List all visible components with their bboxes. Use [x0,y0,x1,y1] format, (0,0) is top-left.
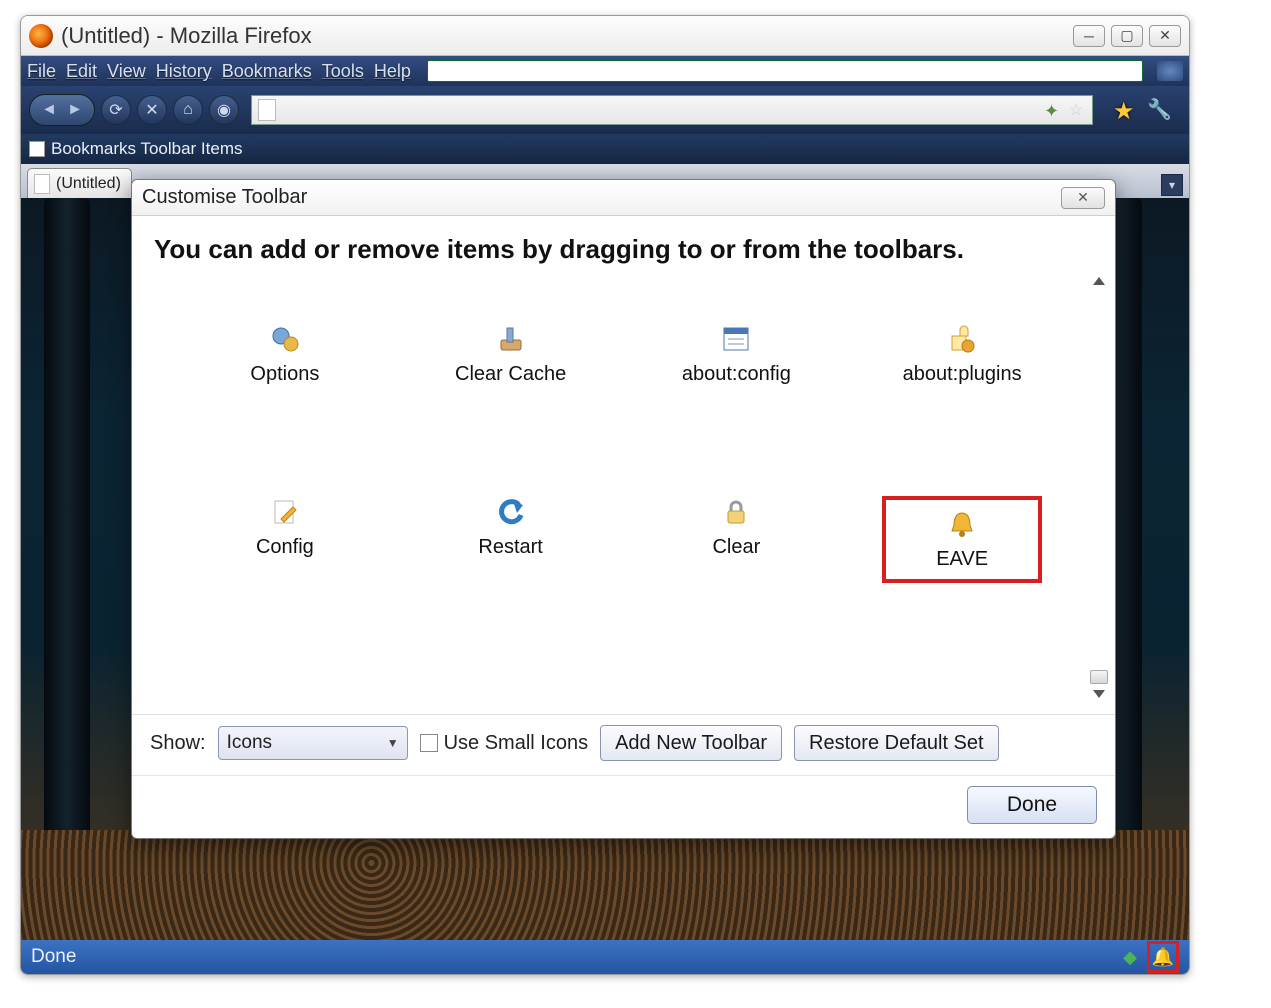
home-button[interactable]: ⌂ [173,95,203,125]
bookmarks-toolbar-label[interactable]: Bookmarks Toolbar Items [51,139,242,159]
item-label: Restart [478,536,542,559]
status-bell-icon[interactable]: 🔔 [1152,946,1174,968]
tools-wrench-icon[interactable]: 🔧 [1147,97,1173,123]
use-small-icons-checkbox[interactable]: Use Small Icons [420,732,589,755]
add-new-toolbar-button[interactable]: Add New Toolbar [600,725,782,761]
status-bar: Done ◆ 🔔 [21,940,1189,974]
list-all-tabs-button[interactable]: ▾ [1161,174,1183,196]
menu-history[interactable]: History [156,61,212,82]
lock-icon [719,496,753,528]
highlight-status-bell: 🔔 [1147,941,1179,973]
close-button[interactable]: ✕ [1149,25,1181,47]
minimize-button[interactable]: ─ [1073,25,1105,47]
brush-icon [494,323,528,355]
item-config[interactable]: Config [205,496,365,583]
restart-arrow-icon [494,496,528,528]
scroll-up-icon[interactable] [1093,277,1105,285]
reload-button[interactable]: ⟳ [101,95,131,125]
tab-active[interactable]: (Untitled) [27,168,132,198]
options-gears-icon [268,323,302,355]
maximize-button[interactable]: ▢ [1111,25,1143,47]
chevron-down-icon: ▼ [387,736,399,750]
item-restart[interactable]: Restart [431,496,591,583]
window-title: (Untitled) - Mozilla Firefox [61,23,1073,49]
item-clear[interactable]: Clear [656,496,816,583]
forward-button[interactable]: ► [67,101,83,119]
customise-toolbar-dialog: Customise Toolbar ✕ You can add or remov… [131,179,1116,839]
dialog-titlebar: Customise Toolbar ✕ [132,180,1115,216]
done-button[interactable]: Done [967,786,1097,824]
status-shield-icon[interactable]: ◆ [1119,946,1141,968]
menu-bookmarks[interactable]: Bookmarks [222,61,312,82]
firefox-window: (Untitled) - Mozilla Firefox ─ ▢ ✕ File … [20,15,1190,975]
address-bar[interactable]: ✦ ☆ [251,95,1093,125]
scroll-down-icon[interactable] [1093,690,1105,698]
back-forward-group: ◄ ► [29,94,95,126]
list-icon [719,323,753,355]
dialog-title: Customise Toolbar [142,186,307,209]
scroll-thumb[interactable] [1090,670,1108,684]
item-label: Clear Cache [455,363,566,386]
menu-view[interactable]: View [107,61,146,82]
tab-page-icon [34,174,50,194]
item-label: about:config [682,363,791,386]
dialog-headline: You can add or remove items by dragging … [132,216,1115,273]
bell-icon [945,508,979,540]
addon-puzzle-icon[interactable]: ✦ [1044,101,1062,119]
bookmarks-toolbar: Bookmarks Toolbar Items [21,134,1189,164]
show-mode-select[interactable]: Icons ▼ [218,726,408,760]
item-label: Options [250,363,319,386]
back-button[interactable]: ◄ [41,101,57,119]
menu-edit[interactable]: Edit [66,61,97,82]
favorite-star-icon[interactable]: ☆ [1066,100,1086,120]
dialog-footer: Done [132,775,1115,838]
edit-page-icon [268,496,302,528]
bookmarks-star-icon[interactable]: ★ [1113,97,1139,123]
page-icon [258,99,276,121]
firefox-icon [29,24,53,48]
plugin-icon [945,323,979,355]
checkbox-box [420,734,438,752]
bookmark-folder-icon [29,141,45,157]
item-eave[interactable]: EAVE [882,496,1042,583]
menu-help[interactable]: Help [374,61,411,82]
titlebar: (Untitled) - Mozilla Firefox ─ ▢ ✕ [21,16,1189,56]
item-options[interactable]: Options [205,323,365,386]
stop-button[interactable]: ✕ [137,95,167,125]
use-small-icons-label: Use Small Icons [444,732,589,754]
dialog-scrollbar[interactable] [1089,273,1109,702]
throbber-icon [1157,61,1183,81]
menu-file[interactable]: File [27,61,56,82]
status-text: Done [31,946,76,968]
dialog-controls-row: Show: Icons ▼ Use Small Icons Add New To… [132,714,1115,771]
item-about-plugins[interactable]: about:plugins [882,323,1042,386]
item-label: Clear [712,536,760,559]
dialog-close-button[interactable]: ✕ [1061,187,1105,209]
dialog-body: Options Clear Cache about:config [132,273,1115,702]
navigation-toolbar: ◄ ► ⟳ ✕ ⌂ ◉ ✦ ☆ ★ 🔧 [21,86,1189,134]
show-mode-value: Icons [227,732,272,754]
menu-tools[interactable]: Tools [322,61,364,82]
record-button[interactable]: ◉ [209,95,239,125]
menubar: File Edit View History Bookmarks Tools H… [21,56,1189,86]
restore-default-set-button[interactable]: Restore Default Set [794,725,999,761]
item-about-config[interactable]: about:config [656,323,816,386]
menubar-input-strip[interactable] [427,60,1143,82]
toolbar-items-grid: Options Clear Cache about:config [132,273,1115,613]
item-clear-cache[interactable]: Clear Cache [431,323,591,386]
tab-label: (Untitled) [56,175,121,193]
show-label: Show: [150,732,206,755]
item-label: about:plugins [903,363,1022,386]
item-label: Config [256,536,314,559]
item-label: EAVE [936,548,988,571]
